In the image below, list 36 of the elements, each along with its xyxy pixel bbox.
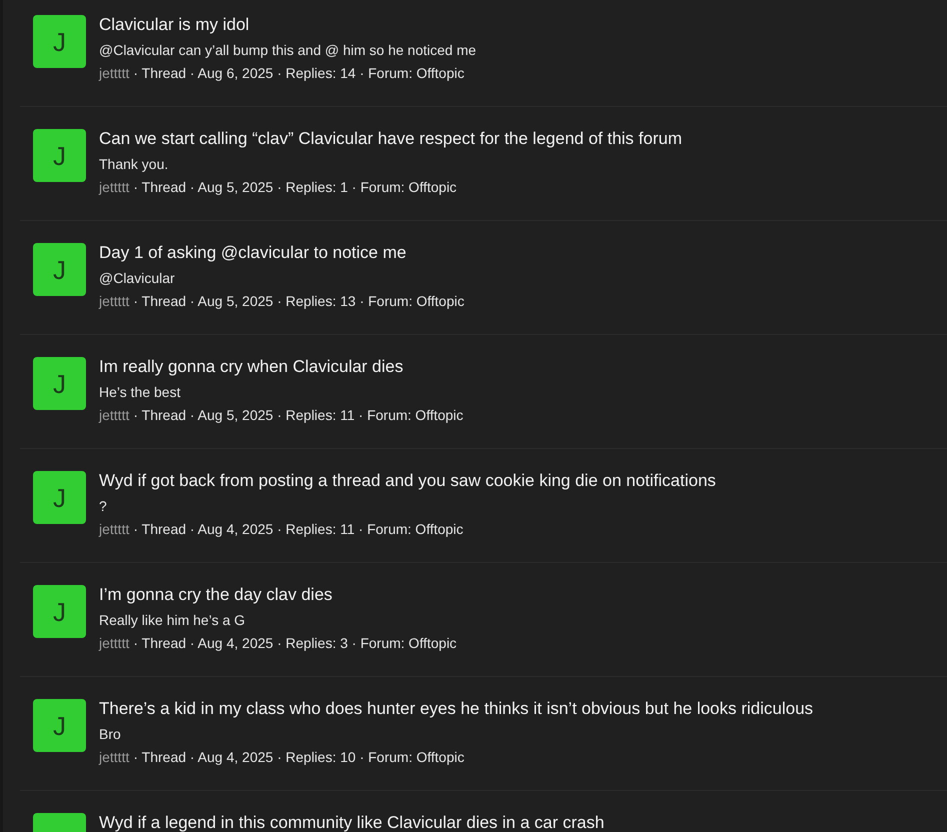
avatar[interactable]: J <box>33 357 86 410</box>
thread-snippet: @Clavicular <box>99 269 175 288</box>
thread-title-link[interactable]: There’s a kid in my class who does hunter eyes he thinks it isn’t obvious but he looks ridiculous <box>99 698 814 720</box>
avatar[interactable]: J <box>33 585 86 638</box>
author-link[interactable]: jettttt <box>99 177 130 197</box>
author-link[interactable]: jettttt <box>99 291 130 311</box>
thread-meta-info: · Thread · Aug 5, 2025 · Replies: 13 · Forum: Offtopic <box>133 292 464 311</box>
thread-meta-info: · Thread · Aug 5, 2025 · Replies: 11 · Forum: Offtopic <box>133 406 464 425</box>
author-link[interactable]: jettttt <box>99 519 130 539</box>
thread-title-link[interactable]: Clavicular is my idol <box>99 14 250 36</box>
avatar[interactable]: J <box>33 699 86 752</box>
thread-title-link[interactable]: Im really gonna cry when Clavicular dies <box>99 356 404 378</box>
thread-snippet: Thank you. <box>99 155 168 174</box>
thread-meta-info: · Thread · Aug 4, 2025 · Replies: 10 · Forum: Offtopic <box>133 748 464 767</box>
thread-title-link[interactable]: Day 1 of asking @clavicular to notice me <box>99 242 406 264</box>
thread-snippet: @Clavicular can y’all bump this and @ him so he noticed me <box>99 41 476 60</box>
avatar[interactable]: J <box>33 15 86 68</box>
thread-title-link[interactable]: Can we start calling “clav” Clavicular have respect for the legend of this forum <box>99 128 682 150</box>
thread-meta-info: · Thread · Aug 6, 2025 · Replies: 14 · Forum: Offtopic <box>133 64 464 83</box>
thread-meta-info: · Thread · Aug 4, 2025 · Replies: 11 · Forum: Offtopic <box>133 520 464 539</box>
thread-title-link[interactable]: I’m gonna cry the day clav dies <box>99 584 332 606</box>
thread-title-link[interactable]: Wyd if got back from posting a thread and you saw cookie king die on notifications <box>99 470 716 492</box>
avatar[interactable]: J <box>33 129 86 182</box>
thread-meta-info: · Thread · Aug 5, 2025 · Replies: 1 · Forum: Offtopic <box>133 178 457 197</box>
thread-snippet: He’s the best <box>99 383 180 402</box>
author-link[interactable]: jettttt <box>99 747 130 767</box>
author-link[interactable]: jettttt <box>99 633 130 653</box>
thread-meta-info: · Thread · Aug 4, 2025 · Replies: 3 · Forum: Offtopic <box>133 634 457 653</box>
avatar[interactable]: J <box>33 243 86 296</box>
avatar[interactable]: J <box>33 471 86 524</box>
thread-snippet: Really like him he’s a G <box>99 611 246 630</box>
thread-title-link[interactable]: Wyd if a legend in this community like Clavicular dies in a car crash <box>99 812 604 832</box>
thread-snippet: ? <box>99 497 107 516</box>
author-link[interactable]: jettttt <box>99 405 130 425</box>
thread-snippet: Bro <box>99 725 121 744</box>
author-link[interactable]: jettttt <box>99 63 130 83</box>
